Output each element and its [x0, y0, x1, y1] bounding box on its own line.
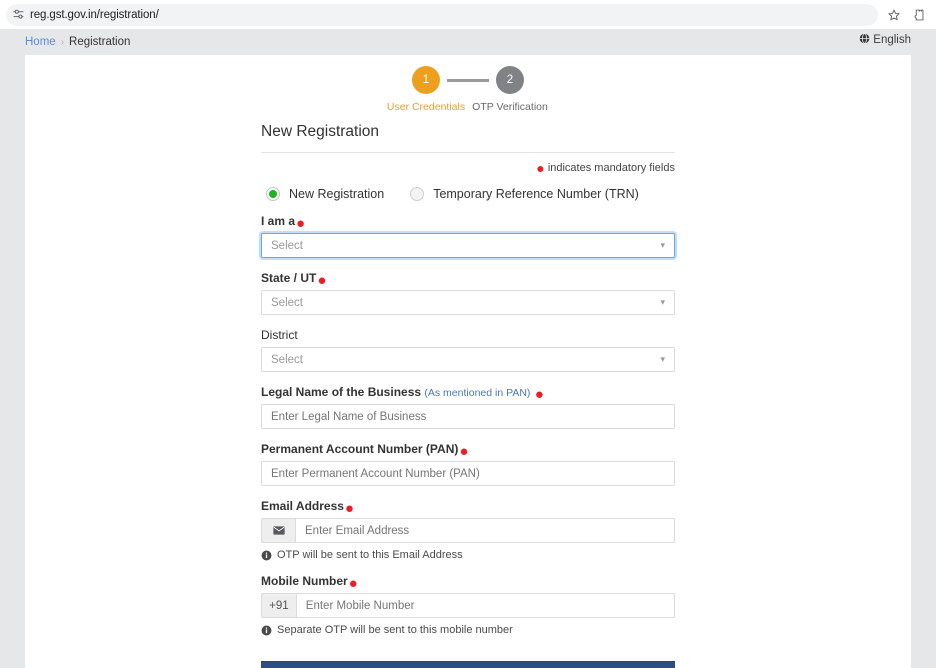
language-label: English — [873, 34, 911, 46]
required-marker-icon: ● — [296, 215, 306, 232]
label-mobile-text: Mobile Number — [261, 574, 348, 588]
field-mobile: Mobile Number● +91 Separate OTP will be — [261, 574, 675, 636]
field-i-am-a: I am a● Select ▾ — [261, 214, 675, 258]
mobile-helper-text: Separate OTP will be sent to this mobile… — [261, 624, 675, 636]
select-district-value: Select — [271, 353, 303, 366]
label-state-ut: State / UT● — [261, 271, 675, 288]
registration-type-radio-group: New Registration Temporary Reference Num… — [261, 187, 675, 201]
breadcrumb-separator-icon: › — [60, 36, 65, 48]
page-body: Home › Registration English 1 User Crede… — [0, 29, 936, 668]
email-input[interactable] — [295, 518, 675, 543]
label-pan-text: Permanent Account Number (PAN) — [261, 442, 459, 456]
required-marker-icon: ● — [317, 272, 327, 289]
registration-form: New Registration ● indicates mandatory f… — [261, 113, 675, 668]
proceed-button[interactable]: PROCEED — [261, 661, 675, 668]
envelope-icon — [261, 518, 295, 543]
label-legal-name: Legal Name of the Business (As mentioned… — [261, 385, 675, 402]
field-state-ut: State / UT● Select ▾ — [261, 271, 675, 315]
label-legal-name-subnote: (As mentioned in PAN) — [424, 387, 531, 399]
chevron-down-icon: ▾ — [660, 240, 665, 250]
radio-new-registration-indicator[interactable] — [266, 187, 280, 201]
radio-trn-label: Temporary Reference Number (TRN) — [433, 187, 639, 201]
mobile-input-group: +91 — [261, 593, 675, 618]
label-email-text: Email Address — [261, 499, 344, 513]
mobile-input[interactable] — [295, 593, 675, 618]
country-code-addon: +91 — [261, 593, 296, 618]
info-icon — [261, 550, 272, 561]
mandatory-fields-note: ● indicates mandatory fields — [261, 152, 675, 176]
label-legal-name-text: Legal Name of the Business — [261, 385, 422, 399]
select-i-am-a-value: Select — [271, 239, 303, 252]
label-i-am-a-text: I am a — [261, 214, 296, 228]
address-bar[interactable]: reg.gst.gov.in/registration/ — [6, 3, 878, 26]
field-email: Email Address● Enter Email Address OTP w… — [261, 499, 675, 561]
step-1-label: User Credentials — [386, 101, 466, 113]
breadcrumb: Home › Registration — [25, 36, 130, 48]
step-1-circle: 1 — [412, 66, 440, 94]
field-district: District Select ▾ — [261, 328, 675, 372]
breadcrumb-current: Registration — [69, 36, 131, 48]
mandatory-note-text: indicates mandatory fields — [547, 162, 675, 174]
progress-stepper: 1 User Credentials 2 OTP Verification — [25, 55, 911, 113]
chevron-down-icon: ▾ — [660, 297, 665, 307]
label-i-am-a: I am a● — [261, 214, 675, 231]
legal-name-input[interactable] — [261, 404, 675, 429]
star-icon[interactable] — [882, 3, 906, 27]
label-state-ut-text: State / UT — [261, 271, 317, 285]
required-marker-icon: ● — [348, 575, 358, 592]
chevron-down-icon: ▾ — [660, 354, 665, 364]
pan-input[interactable] — [261, 461, 675, 486]
page-title: New Registration — [261, 123, 380, 140]
select-i-am-a[interactable]: Select ▾ — [261, 233, 675, 258]
label-district: District — [261, 328, 298, 342]
select-state-ut[interactable]: Select ▾ — [261, 290, 675, 315]
required-marker-icon: ● — [534, 386, 544, 403]
browser-toolbar: reg.gst.gov.in/registration/ — [0, 0, 936, 29]
info-icon — [261, 625, 272, 636]
email-helper-text: OTP will be sent to this Email Address — [261, 549, 675, 561]
language-switcher[interactable]: English — [859, 33, 911, 47]
email-helper-label: OTP will be sent to this Email Address — [277, 549, 463, 561]
radio-trn-indicator[interactable] — [410, 187, 425, 201]
step-otp-verification[interactable]: 2 OTP Verification — [466, 66, 554, 113]
step-connector — [447, 78, 489, 82]
label-mobile: Mobile Number● — [261, 574, 675, 591]
breadcrumb-bar: Home › Registration English — [0, 29, 936, 55]
step-user-credentials[interactable]: 1 User Credentials — [382, 66, 470, 113]
label-email: Email Address● — [261, 499, 675, 516]
puzzle-piece-icon[interactable] — [906, 3, 930, 27]
required-marker-icon: ● — [459, 443, 469, 460]
radio-option-trn[interactable]: Temporary Reference Number (TRN) — [410, 187, 639, 201]
required-dot-icon: ● — [536, 160, 545, 176]
radio-new-registration-label: New Registration — [289, 187, 385, 201]
mobile-helper-label: Separate OTP will be sent to this mobile… — [277, 624, 513, 636]
site-settings-icon[interactable] — [10, 7, 26, 23]
step-2-circle: 2 — [496, 66, 524, 94]
select-district[interactable]: Select ▾ — [261, 347, 675, 372]
select-state-ut-value: Select — [271, 296, 303, 309]
field-legal-name: Legal Name of the Business (As mentioned… — [261, 385, 675, 429]
required-marker-icon: ● — [344, 500, 354, 517]
url-text: reg.gst.gov.in/registration/ — [30, 8, 159, 21]
radio-option-new-registration[interactable]: New Registration — [266, 187, 384, 201]
email-input-group — [261, 518, 675, 543]
registration-panel: 1 User Credentials 2 OTP Verification Ne… — [25, 55, 911, 668]
globe-icon — [859, 33, 870, 47]
breadcrumb-home-link[interactable]: Home — [25, 36, 56, 48]
field-pan: Permanent Account Number (PAN)● — [261, 442, 675, 486]
step-2-label: OTP Verification — [472, 101, 548, 113]
label-pan: Permanent Account Number (PAN)● — [261, 442, 675, 459]
